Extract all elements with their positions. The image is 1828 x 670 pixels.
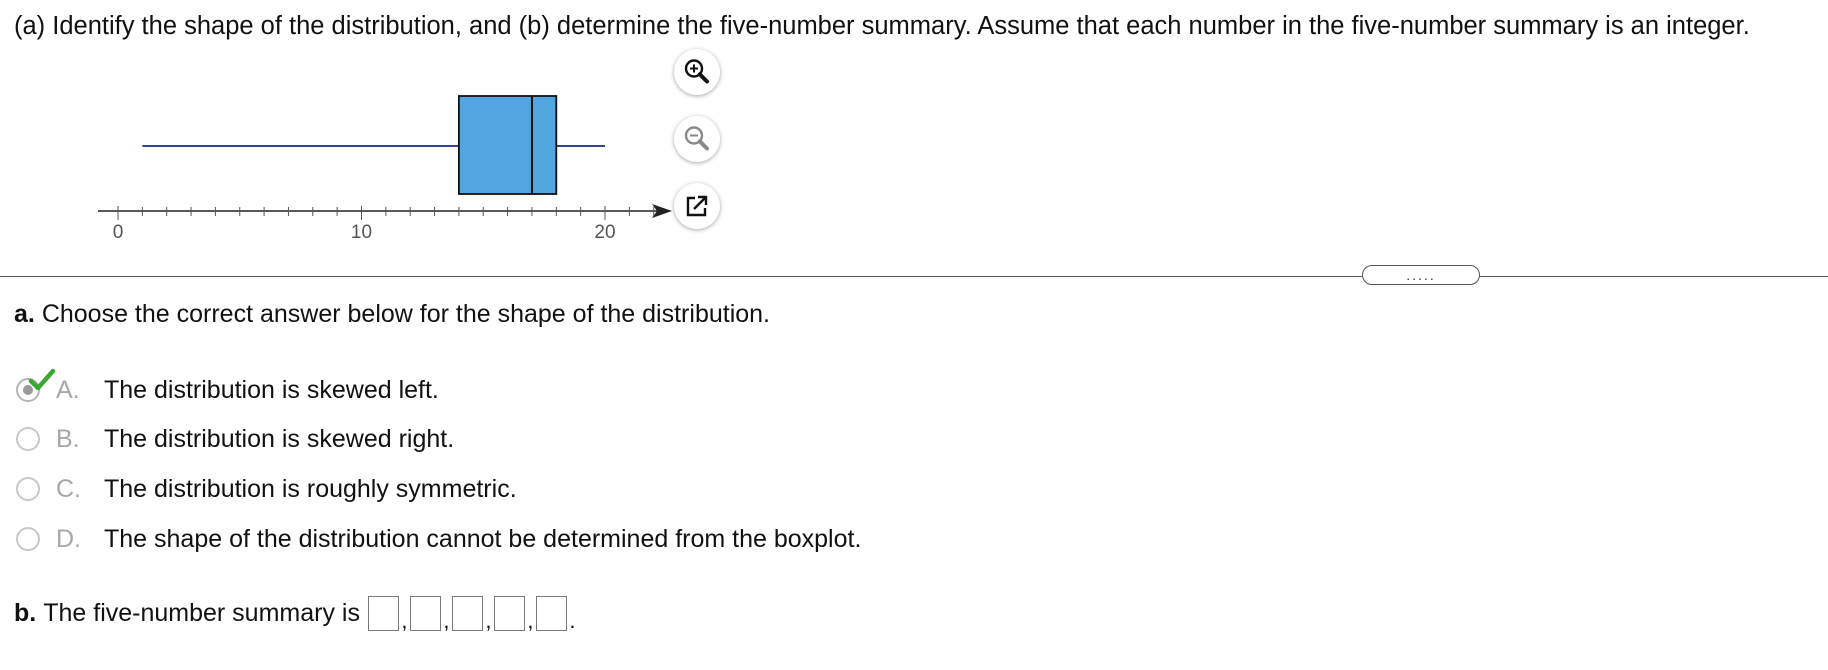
part-a-text: Choose the correct answer below for the …	[41, 300, 770, 328]
summary-separator: ,	[527, 608, 534, 633]
summary-q3-input[interactable]	[493, 595, 525, 631]
part-b-label: b.	[14, 598, 37, 627]
popout-button[interactable]	[674, 183, 720, 229]
summary-max-input[interactable]	[535, 595, 567, 631]
summary-separator: ,	[443, 608, 450, 633]
summary-min-input[interactable]	[367, 595, 399, 631]
option-a-text: The distribution is skewed left.	[104, 375, 439, 404]
option-c[interactable]: C. The distribution is roughly symmetric…	[16, 472, 517, 506]
option-d-letter: D.	[56, 524, 81, 553]
part-b-text: The five-number summary is	[43, 598, 360, 627]
divider-handle[interactable]: .....	[1362, 265, 1480, 285]
iqr-box	[457, 95, 558, 195]
option-b-text: The distribution is skewed right.	[104, 424, 455, 453]
option-d-text: The shape of the distribution cannot be …	[104, 524, 862, 553]
option-c-text: The distribution is roughly symmetric.	[104, 474, 517, 503]
option-b-radio[interactable]	[16, 427, 40, 451]
summary-median-input[interactable]	[451, 595, 483, 631]
summary-separator: ,	[485, 608, 492, 633]
x-tick-label: 10	[351, 222, 372, 243]
zoom-in-button[interactable]	[674, 49, 720, 95]
summary-q1-input[interactable]	[409, 595, 441, 631]
external-link-icon	[686, 195, 708, 217]
part-b-row: b. The five-number summary is , , , , .	[14, 594, 578, 632]
option-a[interactable]: A. The distribution is skewed left.	[16, 368, 439, 407]
option-d[interactable]: D. The shape of the distribution cannot …	[16, 522, 861, 556]
summary-terminator: .	[569, 608, 576, 633]
option-b[interactable]: B. The distribution is skewed right.	[16, 422, 454, 456]
option-c-radio[interactable]	[16, 477, 40, 501]
x-tick-label: 0	[113, 222, 124, 243]
boxplot-figure: 0 10 20	[90, 80, 690, 250]
option-a-radio[interactable]	[16, 368, 56, 402]
summary-separator: ,	[401, 608, 408, 633]
question-text: (a) Identify the shape of the distributi…	[14, 12, 1750, 40]
zoom-out-icon	[684, 126, 709, 151]
zoom-in-icon	[684, 59, 709, 84]
boxplot-svg: 0 10 20	[98, 95, 672, 243]
part-a-prompt: a. Choose the correct answer below for t…	[14, 300, 770, 329]
option-c-letter: C.	[56, 474, 81, 503]
section-divider	[0, 276, 1828, 277]
part-a-label: a.	[14, 300, 35, 328]
zoom-out-button[interactable]	[674, 116, 720, 162]
question-page: (a) Identify the shape of the distributi…	[0, 0, 1828, 670]
x-tick-label: 20	[594, 222, 615, 243]
option-d-radio[interactable]	[16, 527, 40, 551]
checkmark-icon	[28, 368, 56, 391]
option-a-letter: A.	[56, 375, 80, 404]
option-b-letter: B.	[56, 424, 80, 453]
